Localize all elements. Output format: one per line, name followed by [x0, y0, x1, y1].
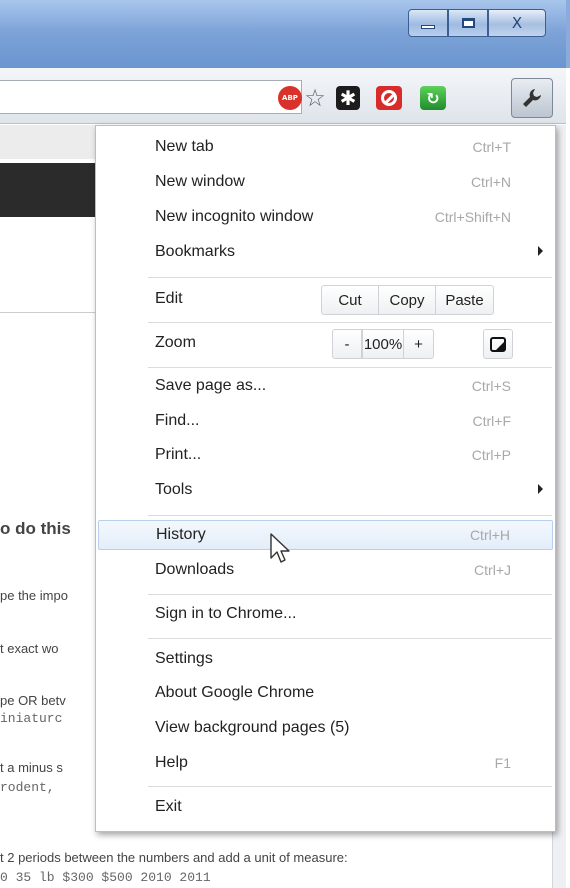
submenu-arrow-icon: [538, 246, 543, 256]
wrench-menu: New tab Ctrl+T New window Ctrl+N New inc…: [95, 125, 556, 832]
fullscreen-button[interactable]: [483, 329, 513, 359]
submenu-arrow-icon: [538, 484, 543, 494]
page-text-line: t a minus s: [0, 760, 63, 775]
menu-item-settings[interactable]: Settings: [96, 645, 555, 675]
page-divider: [0, 312, 96, 313]
menu-item-new-window[interactable]: New window Ctrl+N: [96, 168, 555, 198]
zoom-level-display: 100%: [362, 329, 404, 359]
zoom-in-button[interactable]: +: [404, 329, 434, 359]
page-text-line: 0 35 lb $300 $500 2010 2011: [0, 870, 211, 885]
window-controls: X: [408, 9, 546, 39]
copy-button[interactable]: Copy: [379, 285, 436, 315]
block-icon: [376, 86, 402, 110]
menu-item-about-google-chrome[interactable]: About Google Chrome: [96, 679, 555, 709]
paste-button[interactable]: Paste: [436, 285, 494, 315]
menu-separator: [148, 367, 552, 368]
menu-item-new-incognito-window[interactable]: New incognito window Ctrl+Shift+N: [96, 203, 555, 233]
menu-item-label: Tools: [155, 481, 193, 498]
adblock-plus-icon: ABP: [278, 86, 302, 110]
minimize-icon: [421, 25, 435, 29]
extension-asterisk-button[interactable]: ✱: [333, 84, 363, 112]
page-text-line: iniaturc: [0, 711, 63, 726]
page-dark-banner: [0, 163, 96, 217]
menu-separator: [148, 594, 552, 595]
page-text-line: t exact wo: [0, 641, 59, 656]
menu-separator: [148, 638, 552, 639]
page-text-line: pe the impo: [0, 588, 68, 603]
refresh-green-icon: ↻: [420, 86, 446, 110]
menu-item-shortcut: Ctrl+H: [469, 527, 510, 543]
menu-item-label: Zoom: [155, 334, 196, 351]
menu-item-shortcut: F1: [494, 755, 511, 771]
page-header-strip: [0, 125, 96, 159]
menu-item-label: History: [156, 526, 206, 543]
menu-item-label: New window: [155, 173, 245, 190]
menu-item-label: Help: [155, 754, 188, 771]
menu-item-shortcut: Ctrl+Shift+N: [434, 209, 511, 225]
menu-item-edit: Edit Cut Copy Paste: [96, 281, 555, 319]
bookmark-star-button[interactable]: ☆: [300, 84, 330, 112]
star-icon: ☆: [304, 84, 326, 112]
window-title-bar: X: [0, 0, 570, 68]
menu-item-label: New tab: [155, 138, 214, 155]
extension-block-button[interactable]: [374, 84, 404, 112]
page-text-line: pe OR betv: [0, 693, 66, 708]
menu-item-label: Bookmarks: [155, 243, 236, 260]
menu-item-view-background-pages[interactable]: View background pages (5): [96, 714, 555, 744]
menu-item-history[interactable]: History Ctrl+H: [98, 520, 553, 550]
menu-item-help[interactable]: Help F1: [96, 749, 555, 779]
menu-item-label: About Google Chrome: [155, 684, 315, 701]
close-button[interactable]: X: [488, 9, 546, 37]
menu-item-label: Find...: [155, 412, 200, 429]
zoom-button-group: - 100% +: [332, 329, 434, 359]
wrench-menu-button[interactable]: [511, 78, 553, 118]
menu-item-new-tab[interactable]: New tab Ctrl+T: [96, 133, 555, 163]
page-text-line: rodent,: [0, 780, 55, 795]
menu-item-zoom: Zoom - 100% +: [96, 325, 555, 363]
page-heading-fragment: o do this: [0, 519, 71, 538]
wrench-icon: [523, 89, 541, 107]
maximize-button[interactable]: [448, 9, 488, 37]
menu-item-label: Sign in to Chrome...: [155, 605, 297, 622]
menu-item-downloads[interactable]: Downloads Ctrl+J: [96, 556, 555, 586]
menu-item-shortcut: Ctrl+N: [470, 174, 511, 190]
mouse-pointer-icon: [270, 533, 290, 563]
fullscreen-icon: [490, 336, 506, 352]
menu-item-exit[interactable]: Exit: [96, 793, 555, 823]
menu-separator: [148, 515, 552, 516]
menu-item-tools[interactable]: Tools: [96, 476, 555, 506]
extension-green-button[interactable]: ↻: [418, 84, 448, 112]
menu-item-save-page-as[interactable]: Save page as... Ctrl+S: [96, 372, 555, 402]
menu-item-shortcut: Ctrl+F: [472, 413, 512, 429]
menu-item-label: Settings: [155, 650, 213, 667]
menu-separator: [148, 322, 552, 323]
menu-item-label: Exit: [155, 798, 182, 815]
zoom-out-button[interactable]: -: [332, 329, 362, 359]
menu-item-shortcut: Ctrl+S: [471, 378, 511, 394]
menu-item-shortcut: Ctrl+J: [474, 562, 511, 578]
menu-item-label: Print...: [155, 446, 202, 463]
asterisk-icon: ✱: [336, 86, 360, 110]
menu-item-label: Edit: [155, 290, 183, 307]
menu-separator: [148, 277, 552, 278]
edit-button-group: Cut Copy Paste: [321, 285, 494, 315]
menu-item-shortcut: Ctrl+T: [472, 139, 512, 155]
menu-item-sign-in[interactable]: Sign in to Chrome...: [96, 600, 555, 630]
cut-button[interactable]: Cut: [321, 285, 379, 315]
menu-item-find[interactable]: Find... Ctrl+F: [96, 407, 555, 437]
menu-item-label: View background pages (5): [155, 719, 350, 736]
maximize-icon: [461, 18, 475, 28]
menu-item-print[interactable]: Print... Ctrl+P: [96, 441, 555, 471]
menu-item-bookmarks[interactable]: Bookmarks: [96, 238, 555, 268]
minimize-button[interactable]: [408, 9, 448, 37]
close-icon: X: [511, 14, 523, 32]
menu-item-label: New incognito window: [155, 208, 314, 225]
menu-separator: [148, 786, 552, 787]
menu-item-shortcut: Ctrl+P: [471, 447, 511, 463]
menu-item-label: Downloads: [155, 561, 235, 578]
menu-item-label: Save page as...: [155, 377, 267, 394]
address-bar[interactable]: [0, 80, 302, 114]
page-text-line: t 2 periods between the numbers and add …: [0, 850, 348, 865]
